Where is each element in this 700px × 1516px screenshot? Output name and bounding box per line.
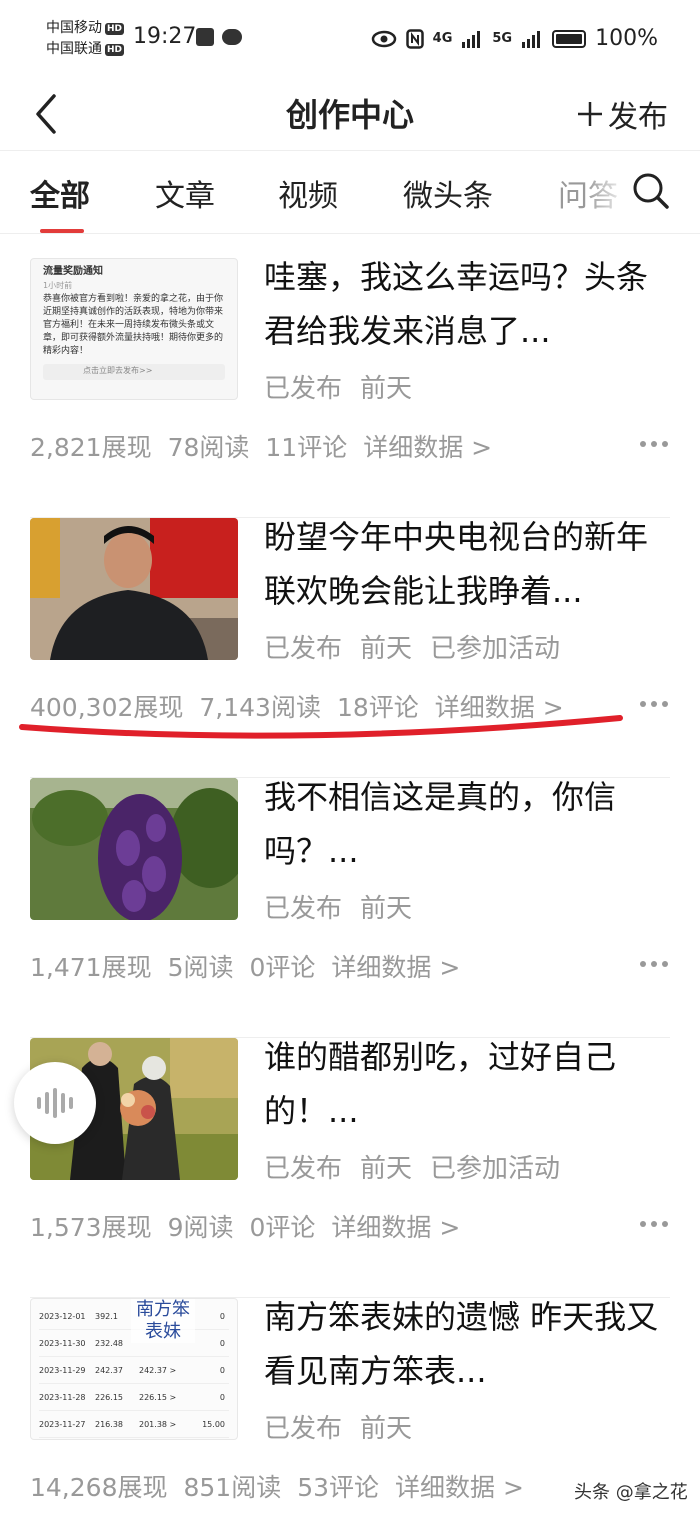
article-stats: 1,471展现 5阅读 0评论 详细数据 > xyxy=(30,948,460,984)
publish-time: 前天 xyxy=(360,894,413,924)
article-card[interactable]: 谁的醋都别吃，过好自己的！... 已发布 前天 已参加活动 1,573展现 9阅… xyxy=(0,1038,700,1298)
table-cell: 226.15 xyxy=(95,1392,123,1402)
table-cell: 2023-11-27 xyxy=(39,1419,86,1429)
table-cell: 242.37 xyxy=(95,1365,123,1375)
article-meta: 已发布 前天 已参加活动 xyxy=(264,1148,560,1185)
publish-status: 已发布 xyxy=(264,894,343,924)
table-cell: 201.38 > xyxy=(139,1419,177,1429)
publish-status: 已发布 xyxy=(264,1154,343,1184)
article-title[interactable]: 谁的醋都别吃，过好自己的！... xyxy=(264,1030,674,1138)
views-count: 14,268展现 xyxy=(30,1473,168,1502)
publish-status: 已发布 xyxy=(264,1414,343,1444)
article-stats: 14,268展现 851阅读 53评论 详细数据 > xyxy=(30,1468,524,1504)
article-meta: 已发布 前天 xyxy=(264,1408,412,1445)
publish-time: 前天 xyxy=(360,1414,413,1444)
detail-data-link[interactable]: 详细数据 > xyxy=(331,1208,460,1244)
table-row: 2023-11-29 242.37 242.37 > 0 xyxy=(39,1357,229,1384)
more-options-icon[interactable] xyxy=(640,1221,668,1227)
table-cell: 15.00 xyxy=(202,1419,225,1429)
article-thumbnail-table: 2023-12-01 392.1 0 2023-11-30 232.48 0 2023-… xyxy=(30,1298,238,1440)
table-cell: 2023-11-28 xyxy=(39,1392,86,1402)
views-count: 1,471展现 xyxy=(30,953,152,982)
more-options-icon[interactable] xyxy=(640,961,668,967)
table-row: 2023-11-27 216.38 201.38 > 15.00 xyxy=(39,1411,229,1438)
table-cell: 0 xyxy=(219,1311,225,1321)
activity-tag: 已参加活动 xyxy=(430,1154,561,1184)
reads-count: 851阅读 xyxy=(183,1473,282,1502)
table-cell: 216.38 xyxy=(95,1419,123,1429)
table-cell: 0 xyxy=(219,1338,225,1348)
red-underline-annotation xyxy=(19,715,623,739)
watermark: 头条 @拿之花 xyxy=(574,1482,688,1503)
eggplant-image xyxy=(30,778,238,920)
table-cell: 0 xyxy=(219,1392,225,1402)
comments-count: 0评论 xyxy=(249,953,316,982)
table-cell: 2023-11-29 xyxy=(39,1365,86,1375)
detail-data-link[interactable]: 详细数据 > xyxy=(395,1468,524,1504)
table-row: 2023-11-28 226.15 226.15 > 0 xyxy=(39,1384,229,1411)
detail-data-link[interactable]: 详细数据 > xyxy=(331,948,460,984)
thumbnail-overlay-text: 南方笨表妹 xyxy=(131,1299,195,1343)
article-meta: 已发布 前天 xyxy=(264,888,412,925)
article-title[interactable]: 我不相信这是真的，你信吗？... xyxy=(264,770,674,878)
table-cell: 242.37 > xyxy=(139,1365,177,1375)
table-cell: 2023-12-01 xyxy=(39,1311,86,1321)
table-cell: 0 xyxy=(219,1365,225,1375)
voice-read-button[interactable] xyxy=(14,1062,96,1144)
table-cell: 226.15 > xyxy=(139,1392,177,1402)
reads-count: 5阅读 xyxy=(167,953,234,982)
publish-time: 前天 xyxy=(360,1154,413,1184)
reads-count: 9阅读 xyxy=(167,1213,234,1242)
article-title[interactable]: 南方笨表妹的遗憾 昨天我又看见南方笨表... xyxy=(264,1290,674,1398)
comments-count: 0评论 xyxy=(249,1213,316,1242)
article-thumbnail-photo xyxy=(30,778,238,920)
article-stats: 1,573展现 9阅读 0评论 详细数据 > xyxy=(30,1208,460,1244)
table-cell: 2023-11-30 xyxy=(39,1338,86,1348)
comments-count: 53评论 xyxy=(297,1473,380,1502)
views-count: 1,573展现 xyxy=(30,1213,152,1242)
article-card[interactable]: 我不相信这是真的，你信吗？... 已发布 前天 1,471展现 5阅读 0评论 … xyxy=(0,778,700,1038)
